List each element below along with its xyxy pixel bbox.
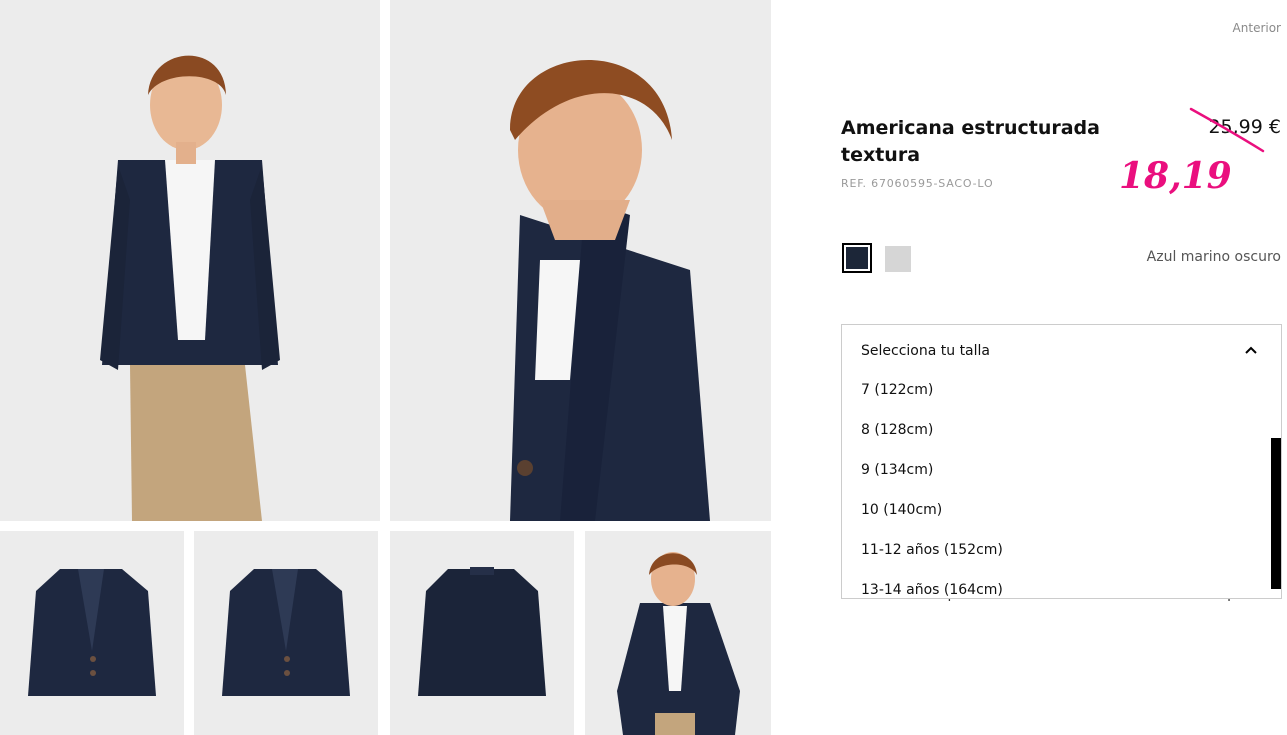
product-photo-side[interactable]: [390, 0, 771, 521]
product-photo-front[interactable]: [0, 0, 380, 521]
selected-color-name: Azul marino oscuro: [1146, 249, 1281, 265]
product-thumb-3[interactable]: [390, 531, 574, 735]
size-option-7[interactable]: 7 (122cm): [861, 382, 933, 398]
color-swatch-navy[interactable]: [842, 243, 872, 273]
size-option-9[interactable]: 9 (134cm): [861, 462, 933, 478]
product-gallery: [0, 0, 771, 735]
dropdown-scrollbar[interactable]: [1271, 438, 1281, 589]
size-dropdown-label: Selecciona tu talla: [861, 343, 990, 359]
price-strike-mark: [1189, 107, 1265, 153]
size-option-8[interactable]: 8 (128cm): [861, 422, 933, 438]
product-info-panel: Anterior Americana estructurada textura …: [771, 0, 1287, 735]
size-option-10[interactable]: 10 (140cm): [861, 502, 942, 518]
product-title: Americana estructurada textura: [841, 117, 1100, 166]
size-dropdown[interactable]: Selecciona tu talla 7 (122cm) 8 (128cm) …: [841, 324, 1282, 599]
chevron-up-icon[interactable]: [1245, 345, 1257, 355]
color-swatch-grey[interactable]: [885, 246, 911, 272]
size-option-13-14[interactable]: 13-14 años (164cm): [861, 582, 1003, 598]
new-price: 18,19: [1119, 155, 1232, 197]
product-thumb-4[interactable]: [585, 531, 771, 735]
product-ref: REF. 67060595-SACO-LO: [841, 177, 994, 190]
size-option-11-12[interactable]: 11-12 años (152cm): [861, 542, 1003, 558]
product-thumb-2[interactable]: [194, 531, 378, 735]
product-thumb-1[interactable]: [0, 531, 184, 735]
previous-link[interactable]: Anterior: [1233, 21, 1281, 35]
